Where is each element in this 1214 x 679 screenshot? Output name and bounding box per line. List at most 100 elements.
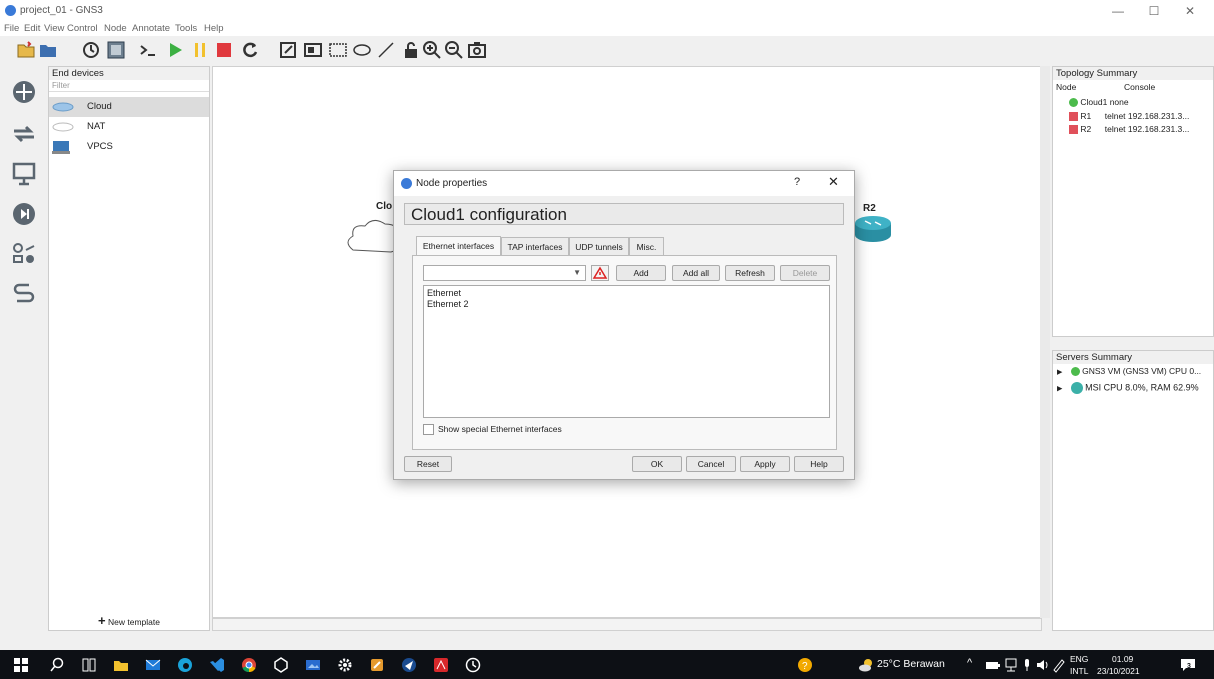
reload-all-icon[interactable] (240, 40, 260, 60)
apply-button[interactable]: Apply (740, 456, 790, 472)
end-devices-icon[interactable] (11, 161, 37, 187)
canvas-horizontal-scrollbar[interactable] (212, 618, 1042, 631)
interface-list[interactable]: Ethernet Ethernet 2 (423, 285, 830, 418)
battery-icon[interactable] (985, 657, 1001, 673)
menu-edit[interactable]: Edit (24, 23, 40, 34)
menu-help[interactable]: Help (204, 23, 224, 34)
open-folder-icon[interactable] (38, 40, 58, 60)
console-all-icon[interactable] (138, 40, 158, 60)
draw-rectangle-icon[interactable] (328, 40, 348, 60)
photos-icon[interactable] (305, 657, 321, 673)
maximize-button[interactable]: ☐ (1142, 2, 1166, 20)
speaker-icon[interactable] (1035, 657, 1051, 673)
snapshot-clock-icon[interactable] (81, 40, 101, 60)
menu-tools[interactable]: Tools (175, 23, 197, 34)
draw-ellipse-icon[interactable] (352, 40, 372, 60)
menu-view[interactable]: View (44, 23, 64, 34)
device-item-vpcs[interactable]: VPCS (49, 137, 209, 157)
filter-input[interactable]: Filter (49, 80, 209, 92)
weather-text[interactable]: 25°C Berawan (877, 658, 945, 670)
all-devices-icon[interactable] (11, 241, 37, 267)
new-template-button[interactable]: + New template (49, 613, 209, 629)
network-icon[interactable] (1003, 657, 1019, 673)
task-view-icon[interactable] (81, 657, 97, 673)
dialog-help-button[interactable]: Help (794, 456, 844, 472)
tab-tap-interfaces[interactable]: TAP interfaces (501, 237, 569, 256)
list-item[interactable]: Ethernet 2 (427, 299, 469, 309)
minimize-button[interactable]: — (1106, 2, 1130, 20)
lock-items-icon[interactable] (401, 40, 421, 60)
language-bottom[interactable]: INTL (1070, 666, 1088, 676)
table-row[interactable]: R2 telnet 192.168.231.3... (1069, 124, 1189, 135)
suspend-all-icon[interactable] (190, 40, 210, 60)
zoom-out-icon[interactable] (444, 40, 464, 60)
show-interface-labels-icon[interactable] (106, 40, 126, 60)
chrome-icon[interactable] (241, 657, 257, 673)
ok-button[interactable]: OK (632, 456, 682, 472)
device-item-nat[interactable]: NAT (49, 117, 209, 137)
clock-date[interactable]: 23/10/2021 (1097, 666, 1140, 676)
help-tray-icon[interactable]: ? (797, 657, 813, 673)
windows-start-icon[interactable] (13, 657, 29, 673)
menu-file[interactable]: File (4, 23, 19, 34)
clock-app-icon[interactable] (465, 657, 481, 673)
menu-node[interactable]: Node (104, 23, 127, 34)
chevron-up-icon[interactable]: ^ (967, 657, 972, 669)
tab-ethernet-interfaces[interactable]: Ethernet interfaces (416, 236, 501, 256)
tab-udp-tunnels[interactable]: UDP tunnels (569, 237, 629, 256)
show-special-label[interactable]: Show special Ethernet interfaces (438, 424, 562, 434)
device-item-cloud[interactable]: Cloud (49, 97, 209, 117)
close-window-button[interactable]: ✕ (1178, 2, 1202, 20)
cancel-button[interactable]: Cancel (686, 456, 736, 472)
expand-arrow-icon[interactable]: ▶ (1057, 385, 1062, 392)
search-icon[interactable] (49, 657, 65, 673)
microphone-icon[interactable] (1019, 657, 1035, 673)
dialog-close-button[interactable]: ✕ (828, 174, 839, 190)
menu-control[interactable]: Control (67, 23, 98, 34)
delete-button[interactable]: Delete (780, 265, 830, 281)
expand-arrow-icon[interactable]: ▶ (1057, 369, 1062, 376)
add-link-icon[interactable] (11, 281, 37, 307)
vscode-icon[interactable] (209, 657, 225, 673)
stop-all-icon[interactable] (214, 40, 234, 60)
table-row[interactable]: Cloud1 none (1069, 97, 1129, 108)
refresh-button[interactable]: Refresh (725, 265, 775, 281)
insert-picture-icon[interactable] (303, 40, 323, 60)
pen-icon[interactable] (1051, 657, 1067, 673)
edge-browser-icon[interactable] (177, 657, 193, 673)
file-explorer-icon[interactable] (113, 657, 129, 673)
virtualbox-icon[interactable] (273, 657, 289, 673)
draw-line-icon[interactable] (376, 40, 396, 60)
add-all-button[interactable]: Add all (672, 265, 720, 281)
screenshot-camera-icon[interactable] (467, 40, 487, 60)
table-row[interactable]: R1 telnet 192.168.231.3... (1069, 111, 1189, 122)
start-all-icon[interactable] (165, 40, 185, 60)
server-row[interactable]: ▶ MSI CPU 8.0%, RAM 62.9% (1057, 382, 1199, 394)
language-top[interactable]: ENG (1070, 654, 1088, 664)
list-item[interactable]: Ethernet (427, 288, 461, 298)
help-button[interactable]: ? (794, 176, 800, 188)
new-project-icon[interactable] (16, 40, 36, 60)
show-special-checkbox[interactable] (423, 424, 434, 435)
switches-icon[interactable] (11, 121, 37, 147)
paint-app-icon[interactable] (369, 657, 385, 673)
canvas-vertical-scrollbar[interactable] (1040, 66, 1050, 618)
interface-combo[interactable]: ▼ (423, 265, 586, 281)
acrobat-pdf-icon[interactable] (433, 657, 449, 673)
gns3-taskbar-icon[interactable] (401, 657, 417, 673)
add-note-icon[interactable] (278, 40, 298, 60)
reset-button[interactable]: Reset (404, 456, 452, 472)
menu-annotate[interactable]: Annotate (132, 23, 170, 34)
router-r2-icon[interactable] (853, 215, 893, 243)
tab-misc[interactable]: Misc. (629, 237, 664, 256)
zoom-in-icon[interactable] (422, 40, 442, 60)
mail-icon[interactable] (145, 657, 161, 673)
device-type-dock (0, 63, 47, 633)
settings-gear-icon[interactable] (337, 657, 353, 673)
server-row[interactable]: ▶ GNS3 VM (GNS3 VM) CPU 0... (1057, 366, 1201, 377)
cloud-icon (52, 102, 74, 112)
routers-icon[interactable] (11, 79, 37, 105)
clock-time[interactable]: 01.09 (1112, 654, 1133, 664)
security-devices-icon[interactable] (11, 201, 37, 227)
add-button[interactable]: Add (616, 265, 666, 281)
